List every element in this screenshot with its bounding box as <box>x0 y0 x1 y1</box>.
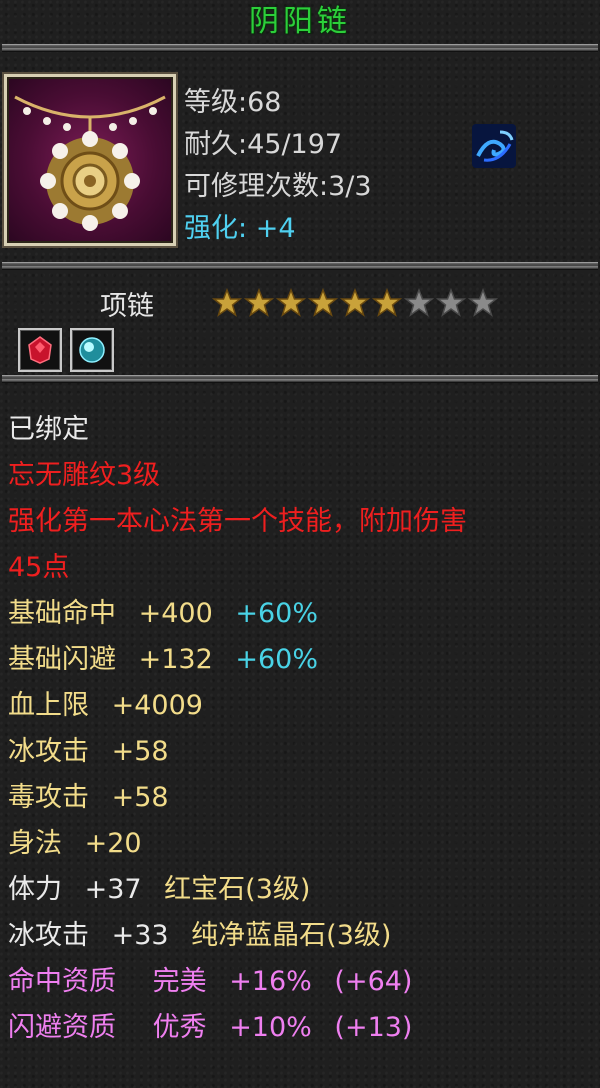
item-stats: 等级:68 耐久:45/197 可修理次数:3/3 强化: +4 <box>184 82 372 250</box>
attr-extra: +60% <box>235 598 318 629</box>
quality-grade: 完美 <box>152 966 207 997</box>
item-header: 等级:68 耐久:45/197 可修理次数:3/3 强化: +4 <box>0 52 600 262</box>
quality-label: 闪避资质 <box>8 1012 116 1043</box>
star-filled-icon <box>275 287 307 318</box>
star-filled-icon <box>371 287 403 318</box>
attr-label: 毒攻击 <box>8 782 89 813</box>
attr-row: 血上限 +4009 <box>8 683 600 729</box>
item-description: 已绑定 忘无雕纹3级 强化第一本心法第一个技能，附加伤害 45点 基础命中 +4… <box>0 383 600 1051</box>
attr-value: +37 <box>84 874 142 905</box>
attr-row: 身法 +20 <box>8 821 600 867</box>
quality-grade: 优秀 <box>152 1012 207 1043</box>
blue-swirl-icon <box>470 122 518 170</box>
attr-label: 冰攻击 <box>8 920 89 951</box>
quality-value: +10% <box>229 1012 312 1043</box>
attr-label: 体力 <box>8 874 62 905</box>
star-rating <box>211 287 499 318</box>
quality-bonus: (+64) <box>334 966 413 997</box>
enhance-value: +4 <box>255 213 296 244</box>
attr-value: +400 <box>138 598 213 629</box>
attr-label: 基础闪避 <box>8 644 116 675</box>
effect-text-line2: 45点 <box>8 552 70 583</box>
enhance-row: 强化: +4 <box>184 208 372 250</box>
attr-row: 冰攻击 +58 <box>8 729 600 775</box>
star-filled-icon <box>243 287 275 318</box>
item-type: 项链 <box>100 291 154 322</box>
divider <box>2 44 598 52</box>
quality-value: +16% <box>229 966 312 997</box>
star-empty-icon <box>467 287 499 318</box>
attr-label: 血上限 <box>8 690 89 721</box>
necklace-portrait-icon <box>4 74 176 246</box>
star-filled-icon <box>211 287 243 318</box>
attr-value: +33 <box>111 920 169 951</box>
level-text: 等级:68 <box>184 87 282 118</box>
quality-row: 闪避资质 优秀 +10% (+13) <box>8 1005 600 1051</box>
item-meta: 项链 <box>0 270 600 375</box>
quality-bonus: (+13) <box>334 1012 413 1043</box>
attr-label: 身法 <box>8 828 62 859</box>
star-filled-icon <box>339 287 371 318</box>
effect-text-line1: 强化第一本心法第一个技能，附加伤害 <box>8 506 467 537</box>
star-empty-icon <box>435 287 467 318</box>
repair-count-text: 可修理次数:3/3 <box>184 171 372 202</box>
star-filled-icon <box>307 287 339 318</box>
gem-bonus: 纯净蓝晶石(3级) <box>191 920 392 951</box>
attr-label: 冰攻击 <box>8 736 89 767</box>
enhance-label: 强化: <box>184 213 248 244</box>
attr-row: 基础命中 +400 +60% <box>8 591 600 637</box>
attr-extra: +60% <box>235 644 318 675</box>
attr-row: 基础闪避 +132 +60% <box>8 637 600 683</box>
gem-slots <box>18 328 114 372</box>
bound-status: 已绑定 <box>8 414 89 445</box>
quality-row: 命中资质 完美 +16% (+64) <box>8 959 600 1005</box>
attr-value: +20 <box>84 828 142 859</box>
divider <box>2 262 598 270</box>
durability-text: 耐久:45/197 <box>184 129 343 160</box>
attr-value: +58 <box>111 736 169 767</box>
attr-row: 毒攻击 +58 <box>8 775 600 821</box>
divider <box>2 375 598 383</box>
attr-row: 冰攻击 +33 纯净蓝晶石(3级) <box>8 913 600 959</box>
red-gem-icon[interactable] <box>18 328 62 372</box>
quality-label: 命中资质 <box>8 966 116 997</box>
attr-row: 体力 +37 红宝石(3级) <box>8 867 600 913</box>
attr-value: +58 <box>111 782 169 813</box>
attr-label: 基础命中 <box>8 598 116 629</box>
blue-gem-icon[interactable] <box>70 328 114 372</box>
gem-bonus: 红宝石(3级) <box>164 874 311 905</box>
engrave-text: 忘无雕纹3级 <box>8 460 161 491</box>
item-tooltip: 阴阳链 等级:68 耐久:45/197 可修理次数:3/3 强化: +4 项链 … <box>0 0 600 1088</box>
item-name: 阴阳链 <box>249 4 351 39</box>
star-empty-icon <box>403 287 435 318</box>
attr-value: +132 <box>138 644 213 675</box>
attr-value: +4009 <box>111 690 203 721</box>
